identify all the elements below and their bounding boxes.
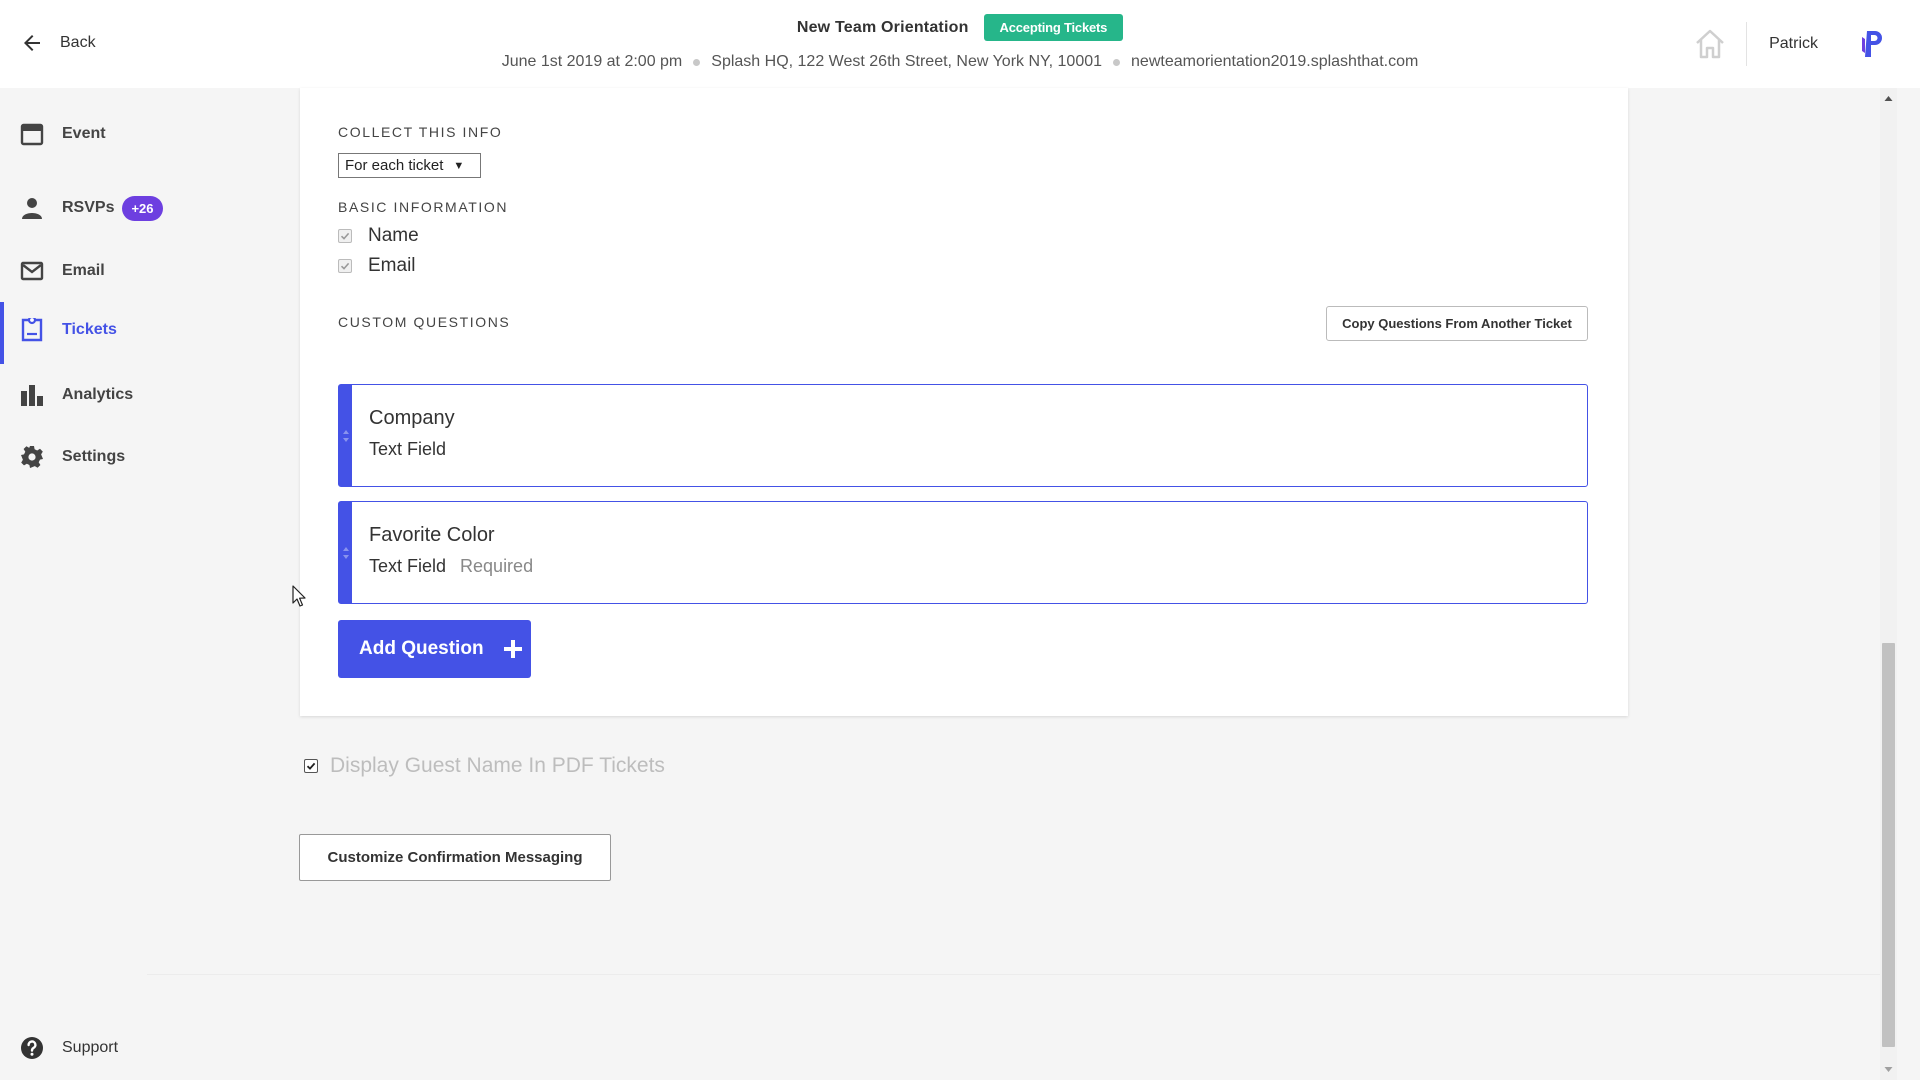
sidebar-item-label: Settings [62, 448, 126, 465]
scroll-up-icon[interactable] [1884, 94, 1893, 103]
question-meta: Text Field [369, 439, 446, 460]
support-label: Support [62, 1039, 119, 1056]
drag-handle-icon [342, 429, 349, 442]
scroll-thumb[interactable] [1882, 643, 1895, 1047]
header-right: Patrick [1692, 22, 1884, 66]
status-badge[interactable]: Accepting Tickets [983, 14, 1124, 41]
collect-info-label: COLLECT THIS INFO [338, 124, 503, 140]
question-required-tag: Required [460, 556, 534, 576]
event-date: June 1st 2019 at 2:00 pm [501, 53, 683, 70]
event-title-row: New Team Orientation Accepting Tickets [0, 14, 1920, 41]
person-icon [22, 198, 42, 219]
separator-dot [693, 58, 701, 66]
question-meta: Text Field Required [369, 556, 533, 577]
sidebar: Event RSVPs +26 Email Tickets Analytics … [0, 88, 163, 1080]
top-header: Back New Team Orientation Accepting Tick… [0, 0, 1920, 88]
add-question-button[interactable]: Add Question [338, 620, 531, 678]
basic-field-name: Name [338, 225, 419, 247]
ticket-info-card: COLLECT THIS INFO For each ticket ▼ BASI… [300, 88, 1628, 716]
sidebar-item-rsvps[interactable]: RSVPs +26 [0, 180, 163, 236]
name-checkbox [338, 229, 352, 243]
brand-logo-icon[interactable] [1862, 29, 1884, 59]
page-footer-area [147, 974, 1880, 1080]
event-title: New Team Orientation [796, 18, 969, 36]
vertical-scrollbar[interactable] [1880, 88, 1897, 1080]
collect-info-select[interactable]: For each ticket ▼ [338, 153, 481, 178]
question-title: Favorite Color [369, 524, 495, 546]
check-icon [340, 262, 350, 270]
ticket-icon [21, 318, 43, 342]
user-name[interactable]: Patrick [1769, 35, 1818, 53]
question-type: Text Field [369, 556, 447, 576]
custom-questions-label: CUSTOM QUESTIONS [338, 314, 511, 330]
sidebar-item-email[interactable]: Email [0, 243, 147, 299]
help-icon [21, 1037, 43, 1059]
sidebar-item-label: Email [62, 262, 105, 279]
envelope-icon [20, 261, 44, 281]
customize-confirmation-button[interactable]: Customize Confirmation Messaging [299, 834, 611, 881]
calendar-icon [20, 123, 44, 146]
bar-chart-icon [21, 385, 43, 406]
dropdown-caret-icon: ▼ [453, 159, 465, 172]
question-card[interactable]: Company Text Field [338, 384, 1588, 487]
event-location: Splash HQ, 122 West 26th Street, New Yor… [711, 53, 1103, 70]
drag-handle[interactable] [339, 502, 352, 603]
display-guest-name-checkbox[interactable] [304, 759, 318, 773]
sidebar-item-event[interactable]: Event [0, 106, 147, 162]
main-content: COLLECT THIS INFO For each ticket ▼ BASI… [147, 88, 1880, 974]
check-icon [340, 232, 350, 240]
event-meta: June 1st 2019 at 2:00 pm Splash HQ, 122 … [0, 53, 1920, 71]
basic-field-label: Email [368, 255, 416, 276]
sidebar-item-label: Analytics [62, 386, 134, 403]
copy-questions-button[interactable]: Copy Questions From Another Ticket [1326, 306, 1588, 341]
display-guest-name-label: Display Guest Name In PDF Tickets [330, 754, 665, 777]
event-url[interactable]: newteamorientation2019.splashthat.com [1131, 53, 1418, 71]
email-checkbox [338, 259, 352, 273]
sidebar-item-label: RSVPs [62, 199, 115, 216]
sidebar-item-label: Event [62, 125, 106, 142]
drag-handle[interactable] [339, 385, 352, 486]
header-divider [1746, 22, 1748, 66]
display-guest-name-option[interactable]: Display Guest Name In PDF Tickets [304, 754, 665, 778]
support-link[interactable]: Support [20, 1036, 118, 1060]
gear-icon [21, 446, 43, 468]
scroll-down-icon[interactable] [1884, 1065, 1893, 1074]
basic-info-label: BASIC INFORMATION [338, 199, 509, 215]
check-icon [306, 762, 316, 770]
collect-info-value: For each ticket [345, 157, 444, 174]
drag-handle-icon [342, 546, 349, 559]
home-icon[interactable] [1692, 26, 1728, 62]
mouse-cursor-icon [292, 585, 306, 607]
basic-field-label: Name [368, 225, 419, 246]
separator-dot [1113, 58, 1121, 66]
plus-icon [503, 640, 522, 658]
question-card[interactable]: Favorite Color Text Field Required [338, 501, 1588, 604]
add-question-label: Add Question [359, 638, 484, 659]
question-type: Text Field [369, 439, 447, 459]
basic-field-email: Email [338, 255, 416, 277]
question-title: Company [369, 407, 455, 429]
sidebar-item-settings[interactable]: Settings [0, 429, 147, 485]
sidebar-item-tickets[interactable]: Tickets [0, 302, 147, 364]
sidebar-item-analytics[interactable]: Analytics [0, 367, 147, 423]
sidebar-item-label: Tickets [62, 321, 117, 338]
